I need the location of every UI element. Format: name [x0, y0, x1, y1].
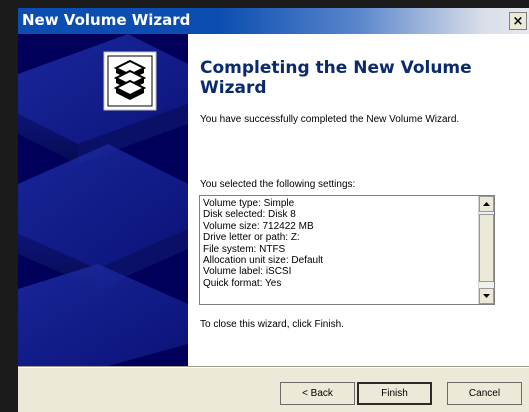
decorative-disk-top [18, 34, 188, 164]
settings-line-file-system: File system: NTFS [203, 243, 286, 255]
background-top-frame [0, 0, 529, 8]
settings-line-allocation: Allocation unit size: Default [203, 255, 324, 267]
scroll-up-arrow-icon [483, 202, 490, 206]
cancel-button[interactable]: Cancel [447, 382, 522, 405]
back-button[interactable]: < Back [280, 382, 355, 405]
background-left-frame [0, 0, 18, 412]
settings-line-quick-format: Quick format: Yes [203, 277, 282, 289]
settings-list: Volume type: Simple Disk selected: Disk … [203, 198, 473, 289]
title-bar-gradient [218, 8, 529, 34]
scroll-down-button[interactable] [479, 288, 494, 304]
settings-scrollbar[interactable] [478, 196, 494, 304]
close-instruction: To close this wizard, click Finish. [200, 319, 344, 330]
settings-line-volume-label: Volume label: iSCSI [203, 266, 292, 278]
success-message: You have successfully completed the New … [200, 114, 460, 125]
settings-line-disk: Disk selected: Disk 8 [203, 209, 296, 221]
settings-label: You selected the following settings: [200, 179, 356, 190]
decorative-disk-bottom [18, 264, 188, 366]
settings-summary-box[interactable]: Volume type: Simple Disk selected: Disk … [199, 195, 495, 305]
window-title: New Volume Wizard [22, 11, 191, 29]
wizard-window: New Volume Wizard × Completing the New V… [18, 8, 529, 412]
settings-line-volume-type: Volume type: Simple [203, 198, 295, 209]
wizard-content: Completing the New Volume Wizard You hav… [188, 34, 529, 366]
footer-separator [18, 366, 529, 368]
page-title: Completing the New Volume Wizard [200, 58, 472, 98]
scroll-thumb[interactable] [479, 214, 494, 282]
scroll-up-button[interactable] [479, 196, 494, 212]
close-icon: × [512, 13, 524, 29]
close-button[interactable]: × [509, 12, 527, 30]
side-panel-artwork [18, 34, 188, 366]
finish-button[interactable]: Finish [357, 382, 432, 405]
scroll-down-arrow-icon [483, 294, 490, 298]
stacked-disks-icon [103, 51, 157, 111]
title-bar[interactable]: New Volume Wizard × [18, 8, 529, 34]
wizard-side-panel [18, 34, 188, 366]
settings-line-drive-letter: Drive letter or path: Z: [203, 232, 300, 244]
settings-line-volume-size: Volume size: 712422 MB [203, 220, 314, 232]
